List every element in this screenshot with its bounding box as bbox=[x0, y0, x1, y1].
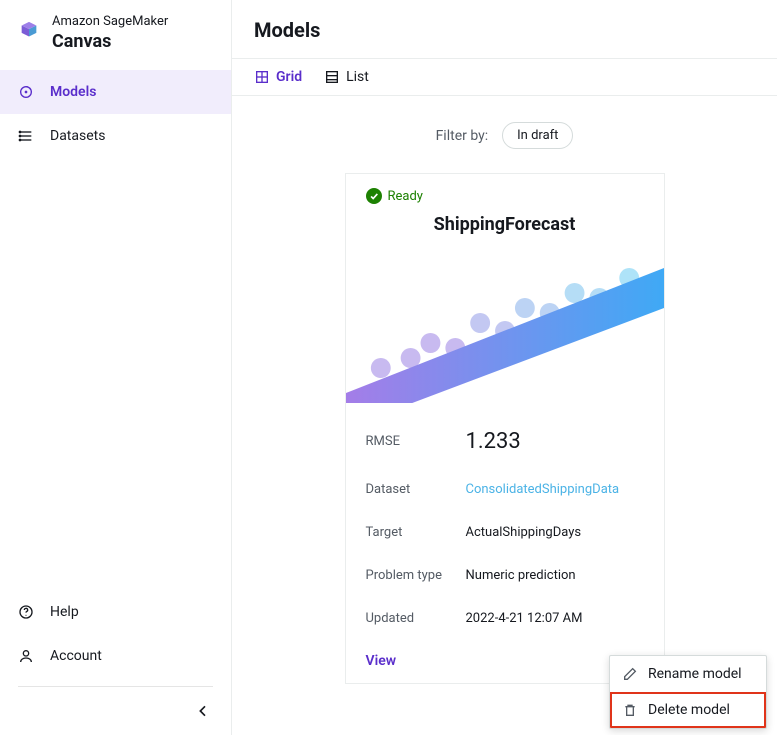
filter-label: Filter by: bbox=[436, 128, 489, 144]
metric-label-target: Target bbox=[366, 525, 466, 540]
sagemaker-logo-icon bbox=[18, 20, 40, 42]
view-toggle: Grid List bbox=[232, 59, 777, 96]
list-icon bbox=[324, 69, 340, 85]
main-area: Models Grid List bbox=[232, 0, 777, 735]
model-title: ShippingForecast bbox=[366, 214, 644, 235]
card-footer: View bbox=[366, 650, 644, 669]
model-chart bbox=[346, 253, 664, 403]
brand: Amazon SageMaker Canvas bbox=[0, 0, 231, 70]
edit-icon bbox=[622, 666, 638, 682]
brand-line1: Amazon SageMaker bbox=[52, 14, 168, 29]
sidebar-item-label: Models bbox=[50, 84, 96, 100]
metric-value-problem: Numeric prediction bbox=[466, 568, 644, 583]
sidebar-item-account[interactable]: Account bbox=[0, 634, 231, 678]
filter-row: Filter by: In draft bbox=[436, 122, 574, 149]
grid-icon bbox=[254, 69, 270, 85]
view-grid-label: Grid bbox=[276, 69, 302, 85]
rename-model-item[interactable]: Rename model bbox=[610, 656, 766, 692]
sidebar-bottom: Help Account bbox=[0, 590, 231, 723]
metric-value-dataset[interactable]: ConsolidatedShippingData bbox=[466, 482, 644, 497]
metric-value-updated: 2022-4-21 12:07 AM bbox=[466, 611, 644, 626]
metric-value-rmse: 1.233 bbox=[466, 429, 644, 454]
sidebar-item-label: Account bbox=[50, 648, 102, 664]
sidebar-item-models[interactable]: Models bbox=[0, 70, 231, 114]
sidebar: Amazon SageMaker Canvas Models Datasets bbox=[0, 0, 232, 735]
chevron-left-icon bbox=[195, 703, 211, 719]
models-icon bbox=[18, 84, 34, 100]
model-card[interactable]: Ready ShippingForecast bbox=[345, 173, 665, 684]
context-menu: Rename model Delete model bbox=[609, 655, 767, 729]
delete-model-item[interactable]: Delete model bbox=[610, 692, 766, 728]
metric-label-rmse: RMSE bbox=[366, 434, 466, 449]
check-icon bbox=[366, 188, 382, 204]
sidebar-item-label: Help bbox=[50, 604, 79, 620]
sidebar-item-help[interactable]: Help bbox=[0, 590, 231, 634]
sidebar-collapse[interactable] bbox=[0, 697, 231, 723]
divider bbox=[18, 686, 213, 687]
datasets-icon bbox=[18, 128, 34, 144]
status-badge: Ready bbox=[366, 188, 644, 204]
view-button[interactable]: View bbox=[366, 653, 397, 669]
sidebar-item-datasets[interactable]: Datasets bbox=[0, 114, 231, 158]
metric-label-problem: Problem type bbox=[366, 568, 466, 583]
brand-line2: Canvas bbox=[52, 31, 168, 52]
status-text: Ready bbox=[388, 189, 423, 204]
page-title: Models bbox=[254, 18, 755, 42]
help-icon bbox=[18, 604, 34, 620]
filter-chip[interactable]: In draft bbox=[502, 122, 573, 149]
view-list-label: List bbox=[346, 69, 369, 85]
metric-label-dataset: Dataset bbox=[366, 482, 466, 497]
page-header: Models bbox=[232, 0, 777, 59]
view-grid-button[interactable]: Grid bbox=[254, 69, 302, 85]
view-list-button[interactable]: List bbox=[324, 69, 369, 85]
trash-icon bbox=[622, 702, 638, 718]
metrics: RMSE 1.233 Dataset ConsolidatedShippingD… bbox=[366, 429, 644, 626]
sidebar-item-label: Datasets bbox=[50, 128, 105, 144]
delete-label: Delete model bbox=[648, 702, 730, 718]
account-icon bbox=[18, 648, 34, 664]
content: Filter by: In draft Ready ShippingForeca… bbox=[232, 96, 777, 735]
metric-value-target: ActualShippingDays bbox=[466, 525, 644, 540]
app-root: Amazon SageMaker Canvas Models Datasets bbox=[0, 0, 777, 735]
metric-label-updated: Updated bbox=[366, 611, 466, 626]
rename-label: Rename model bbox=[648, 666, 742, 682]
